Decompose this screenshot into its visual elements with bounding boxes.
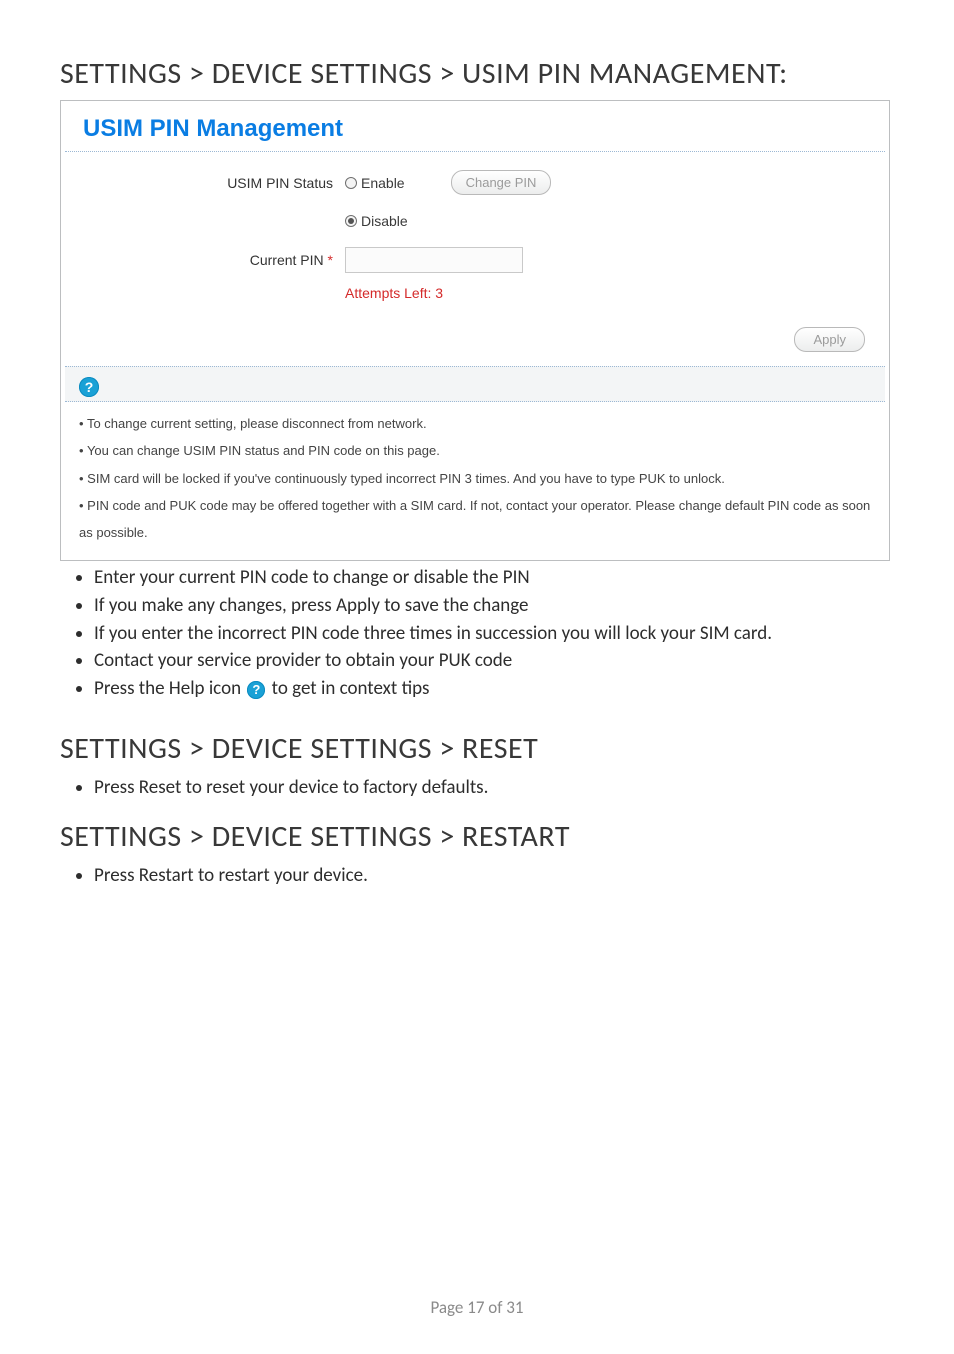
page-number: Page 17 of 31 xyxy=(0,1297,954,1318)
panel-title: USIM PIN Management xyxy=(65,101,885,152)
current-pin-row: Current PIN * xyxy=(71,247,879,273)
help-item: • PIN code and PUK code may be offered t… xyxy=(79,492,883,547)
apply-row: Apply xyxy=(71,327,879,362)
panel-body: USIM PIN Status Enable Change PIN Disabl… xyxy=(61,152,889,366)
list-item: Press Restart to restart your device. xyxy=(94,863,894,889)
restart-list: Press Restart to restart your device. xyxy=(60,863,894,889)
breadcrumb-heading-reset: SETTINGS > DEVICE SETTINGS > RESET xyxy=(60,730,894,767)
breadcrumb-heading-usim: SETTINGS > DEVICE SETTINGS > USIM PIN MA… xyxy=(60,55,894,92)
list-item: Press Reset to reset your device to fact… xyxy=(94,775,894,801)
list-item: If you enter the incorrect PIN code thre… xyxy=(94,621,894,647)
help-item: • To change current setting, please disc… xyxy=(79,410,883,437)
status-label: USIM PIN Status xyxy=(71,175,345,191)
reset-list: Press Reset to reset your device to fact… xyxy=(60,775,894,801)
list-item: If you make any changes, press Apply to … xyxy=(94,593,894,619)
list-item: Press the Help icon ? to get in context … xyxy=(94,676,894,702)
breadcrumb-heading-restart: SETTINGS > DEVICE SETTINGS > RESTART xyxy=(60,818,894,855)
current-pin-label: Current PIN * xyxy=(71,252,345,268)
disable-row: Disable xyxy=(71,213,879,229)
help-strip: ? xyxy=(65,366,885,402)
usim-pin-panel: USIM PIN Management USIM PIN Status Enab… xyxy=(60,100,890,561)
help-list: • To change current setting, please disc… xyxy=(61,402,889,560)
change-pin-button[interactable]: Change PIN xyxy=(451,170,552,195)
current-pin-input[interactable] xyxy=(345,247,523,273)
disable-radio[interactable]: Disable xyxy=(345,213,408,229)
apply-button[interactable]: Apply xyxy=(794,327,865,352)
list-item: Enter your current PIN code to change or… xyxy=(94,565,894,591)
disable-radio-label: Disable xyxy=(361,213,408,229)
help-item: • You can change USIM PIN status and PIN… xyxy=(79,437,883,464)
help-icon[interactable]: ? xyxy=(79,377,99,397)
attempts-left-text: Attempts Left: 3 xyxy=(345,285,879,301)
radio-icon xyxy=(345,215,357,227)
status-row: USIM PIN Status Enable Change PIN xyxy=(71,170,879,195)
radio-icon xyxy=(345,177,357,189)
enable-radio-label: Enable xyxy=(361,175,405,191)
enable-radio[interactable]: Enable xyxy=(345,175,405,191)
help-icon: ? xyxy=(247,681,265,699)
doc-instructions-list: Enter your current PIN code to change or… xyxy=(60,565,894,701)
required-star-icon: * xyxy=(328,252,333,268)
document-page: SETTINGS > DEVICE SETTINGS > USIM PIN MA… xyxy=(0,0,954,1354)
list-item: Contact your service provider to obtain … xyxy=(94,648,894,674)
help-item: • SIM card will be locked if you've cont… xyxy=(79,465,883,492)
